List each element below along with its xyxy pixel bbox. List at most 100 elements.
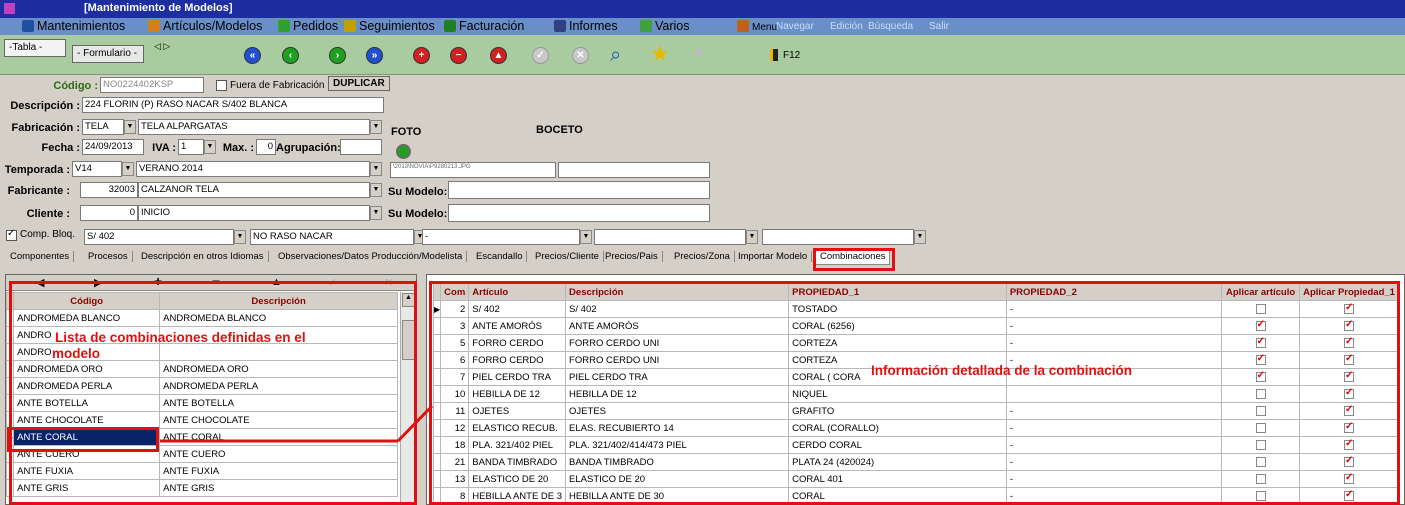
codigo-field[interactable]: NO0224402KSP [100, 77, 204, 93]
edit-icon[interactable]: ▲ [490, 47, 507, 64]
last-record-icon[interactable]: » [366, 47, 383, 64]
fecha-field[interactable]: 24/09/2013 [82, 139, 144, 155]
tab-4[interactable]: Escandallo [472, 251, 528, 262]
comp-bloq-checkbox[interactable]: ✓ [6, 228, 17, 241]
foto-label: FOTO [391, 126, 422, 138]
menu-item-4[interactable]: Facturación [444, 19, 524, 33]
fabricante-dropdown-icon[interactable]: ▼ [370, 183, 382, 197]
temporada-code-field[interactable]: V14 [72, 161, 122, 177]
descripcion-field[interactable]: 224 FLORIN (P) RASO NACAR S/402 BLANCA [82, 97, 384, 113]
su-modelo-field[interactable] [448, 181, 710, 199]
foto-path-field[interactable]: \2013\NOVIA\P9280213.JPG [390, 162, 556, 178]
tab-1[interactable]: Procesos [84, 251, 133, 262]
title-bar: [Mantenimiento de Modelos] [0, 0, 1405, 18]
iva-field[interactable]: 1 [178, 139, 204, 155]
iva-dropdown-icon[interactable]: ▼ [204, 140, 216, 154]
add-photo-icon[interactable] [396, 144, 411, 159]
cart-icon [278, 20, 290, 32]
select-4-dropdown-icon[interactable]: ▼ [746, 230, 758, 244]
menu-item-label: Menu [752, 22, 778, 33]
right-annotation: Información detallada de la combinación [871, 363, 1133, 378]
shoe-icon [148, 20, 160, 32]
menu-item-label: Varios [655, 19, 690, 33]
temporada-label: Temporada : [4, 164, 70, 176]
fabricacion-desc-dropdown-icon[interactable]: ▼ [370, 120, 382, 134]
cliente-code-field[interactable]: 0 [80, 205, 138, 221]
menu-item-7[interactable]: Menu [737, 19, 777, 33]
submenu-item-2[interactable]: Búsqueda [868, 21, 913, 32]
cancel-icon[interactable]: ✕ [572, 47, 589, 64]
agrupacion-label: Agrupación: [276, 142, 341, 154]
invoice-icon [444, 20, 456, 32]
menu-item-label: Facturación [459, 19, 525, 33]
tab-table-button[interactable]: -Tabla - [4, 39, 66, 57]
tab-0[interactable]: Componentes [6, 251, 75, 262]
add-icon[interactable]: + [413, 47, 430, 64]
cliente-dropdown-icon[interactable]: ▼ [370, 206, 382, 220]
submenu-item-1[interactable]: Edición [830, 21, 863, 32]
menu-bar: Mantenimientos Artículos/Modelos Pedidos Se… [0, 18, 1405, 35]
tab-7[interactable]: Precios/Zona [670, 251, 735, 262]
highlight-right-panel [429, 281, 1400, 505]
exit-door-icon[interactable] [770, 49, 778, 61]
temporada-desc-dropdown-icon[interactable]: ▼ [370, 162, 382, 176]
fabricacion-desc-field[interactable]: TELA ALPARGATAS [138, 119, 370, 135]
temporada-dropdown-icon[interactable]: ▼ [122, 162, 134, 176]
search-icon[interactable]: ⌕ [610, 44, 621, 67]
select-5-field[interactable] [762, 229, 914, 245]
tab-form-button[interactable]: - Formulario - [72, 45, 144, 63]
fabricacion-dropdown-icon[interactable]: ▼ [124, 120, 136, 134]
duplicar-button[interactable]: DUPLICAR [328, 76, 390, 91]
temporada-desc-field[interactable]: VERANO 2014 [136, 161, 370, 177]
submenu-item-0[interactable]: Navegar [776, 21, 814, 32]
tab-6[interactable]: Precios/Pais [601, 251, 663, 262]
tab-3[interactable]: Observaciones/Datos Producción/Modelista [274, 251, 468, 262]
menu-item-0[interactable]: Mantenimientos [22, 19, 125, 33]
fuera-fabricacion-checkbox[interactable] [216, 80, 227, 91]
chart-icon [344, 20, 356, 32]
select-4-field[interactable] [594, 229, 746, 245]
left-annotation-line-2: modelo [52, 346, 101, 361]
tab-5[interactable]: Precios/Cliente [531, 251, 604, 262]
menu-item-3[interactable]: Seguimientos [344, 19, 435, 33]
menu-item-label: Pedidos [293, 19, 339, 33]
iva-label: IVA : [152, 142, 176, 154]
select-1-dropdown-icon[interactable]: ▼ [234, 230, 246, 244]
agrupacion-field[interactable] [340, 139, 382, 155]
app-icon [4, 3, 15, 14]
select-3-dropdown-icon[interactable]: ▼ [580, 230, 592, 244]
submenu-item-3[interactable]: Salir [929, 21, 949, 32]
max-field[interactable]: 0 [256, 139, 276, 155]
fabricante-desc-field[interactable]: CALZANOR TELA [138, 182, 370, 198]
descripcion-label: Descripción : [10, 100, 80, 112]
menu-item-label: Artículos/Modelos [163, 19, 263, 33]
menu-item-6[interactable]: Varios [640, 19, 690, 33]
boceto-path-field[interactable] [558, 162, 710, 178]
remove-icon[interactable]: − [450, 47, 467, 64]
first-record-icon[interactable]: « [244, 47, 261, 64]
accept-icon[interactable]: ✓ [532, 47, 549, 64]
fabricacion-code-field[interactable]: TELA [82, 119, 124, 135]
select-2-field[interactable]: NO RASO NACAR [250, 229, 414, 245]
su-modelo-label: Su Modelo: [388, 186, 448, 198]
tab-2[interactable]: Descripción en otros Idiomas [137, 251, 269, 262]
menu-item-5[interactable]: Informes [554, 19, 618, 33]
su-modelo-2-field[interactable] [448, 204, 710, 222]
tab-8[interactable]: Importar Modelo [734, 251, 813, 262]
next-record-icon[interactable]: › [329, 47, 346, 64]
select-1-field[interactable]: S/ 402 [84, 229, 234, 245]
clear-icon[interactable]: ✦ [690, 41, 708, 67]
menu-item-1[interactable]: Artículos/Modelos [148, 19, 262, 33]
highlight-left-panel [9, 281, 417, 505]
tab-form-label: - Formulario - [77, 48, 138, 59]
menu-item-2[interactable]: Pedidos [278, 19, 338, 33]
favorite-star-icon[interactable]: ★ [650, 41, 670, 67]
select-3-field[interactable]: - [422, 229, 580, 245]
fabricante-code-field[interactable]: 32003 [80, 182, 138, 198]
select-5-dropdown-icon[interactable]: ▼ [914, 230, 926, 244]
cliente-desc-field[interactable]: INICIO [138, 205, 370, 221]
tab-strip: Componentes Procesos Descripción en otros … [0, 248, 1405, 268]
max-label: Max. : [222, 142, 254, 154]
previous-record-icon[interactable]: ‹ [282, 47, 299, 64]
nav-arrows-icon[interactable]: ◁ ▷ [154, 41, 170, 52]
